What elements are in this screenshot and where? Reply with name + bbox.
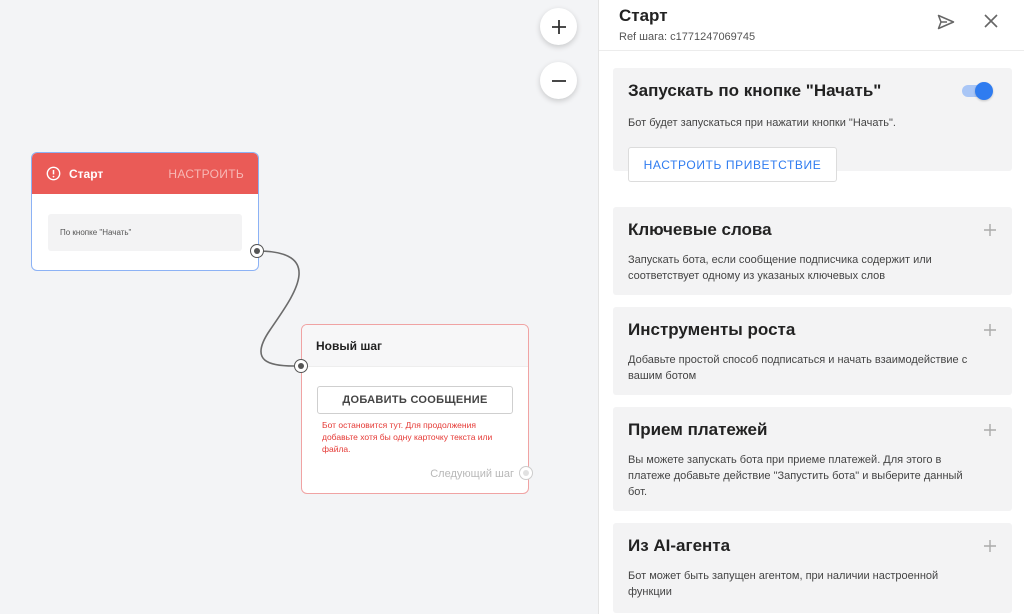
new-step-input-port[interactable] [294, 359, 308, 373]
card-title: Ключевые слова [628, 220, 772, 239]
plus-icon [551, 19, 566, 34]
minus-icon [551, 79, 566, 82]
trigger-chip[interactable]: По кнопке "Начать" [48, 214, 242, 251]
start-node-output-port[interactable] [250, 244, 264, 258]
plus-icon[interactable] [983, 323, 997, 337]
card-description: Бот будет запускаться при нажатии кнопки… [628, 117, 896, 129]
panel-header: Старт Ref шага: c1771247069745 [599, 0, 1024, 51]
step-ref: Ref шага: c1771247069745 [619, 31, 756, 43]
ai-agent-card[interactable]: Из AI-агента Бот может быть запущен аген… [613, 523, 1012, 613]
next-step-port[interactable] [519, 466, 533, 480]
stop-warning: Бот остановится тут. Для продолжения доб… [322, 420, 493, 454]
start-button-card: Запускать по кнопке "Начать" Бот будет з… [613, 68, 1012, 182]
new-step-title: Новый шаг [302, 325, 528, 367]
connector-line [256, 250, 300, 367]
keywords-card[interactable]: Ключевые слова Запускать бота, если сооб… [613, 207, 1012, 295]
payments-card[interactable]: Прием платежей Вы можете запускать бота … [613, 407, 1012, 511]
zoom-in-button[interactable] [540, 8, 577, 45]
plus-icon[interactable] [983, 539, 997, 553]
start-node[interactable]: Старт НАСТРОИТЬ По кнопке "Начать" [31, 152, 259, 271]
add-message-button[interactable]: ДОБАВИТЬ СООБЩЕНИЕ [317, 386, 513, 414]
close-icon[interactable] [982, 12, 1000, 30]
card-title: Запускать по кнопке "Начать" [628, 81, 882, 100]
plus-icon[interactable] [983, 423, 997, 437]
alert-circle-icon [46, 166, 61, 181]
start-button-toggle[interactable] [960, 82, 993, 100]
next-step-label: Следующий шаг [430, 468, 514, 480]
card-description: Вы можете запускать бота при приеме плат… [628, 454, 963, 498]
card-description: Добавьте простой способ подписаться и на… [628, 354, 968, 382]
configure-link[interactable]: НАСТРОИТЬ [168, 167, 244, 181]
zoom-out-button[interactable] [540, 62, 577, 99]
start-node-title: Старт [69, 166, 104, 181]
new-step-node[interactable]: Новый шаг ДОБАВИТЬ СООБЩЕНИЕ Бот останов… [301, 324, 529, 494]
setup-greeting-button[interactable]: НАСТРОИТЬ ПРИВЕТСТВИЕ [628, 147, 837, 182]
card-title: Инструменты роста [628, 320, 796, 339]
plus-icon[interactable] [983, 223, 997, 237]
card-description: Запускать бота, если сообщение подписчик… [628, 254, 932, 282]
card-description: Бот может быть запущен агентом, при нали… [628, 570, 939, 598]
card-title: Из AI-агента [628, 536, 731, 555]
start-node-header: Старт НАСТРОИТЬ [32, 153, 258, 194]
step-settings-panel: Старт Ref шага: c1771247069745 Запускать… [598, 0, 1024, 614]
send-icon[interactable] [936, 12, 956, 32]
growth-tools-card[interactable]: Инструменты роста Добавьте простой спосо… [613, 307, 1012, 395]
card-title: Прием платежей [628, 420, 768, 439]
flow-canvas[interactable]: Старт НАСТРОИТЬ По кнопке "Начать" Новый… [0, 0, 598, 614]
